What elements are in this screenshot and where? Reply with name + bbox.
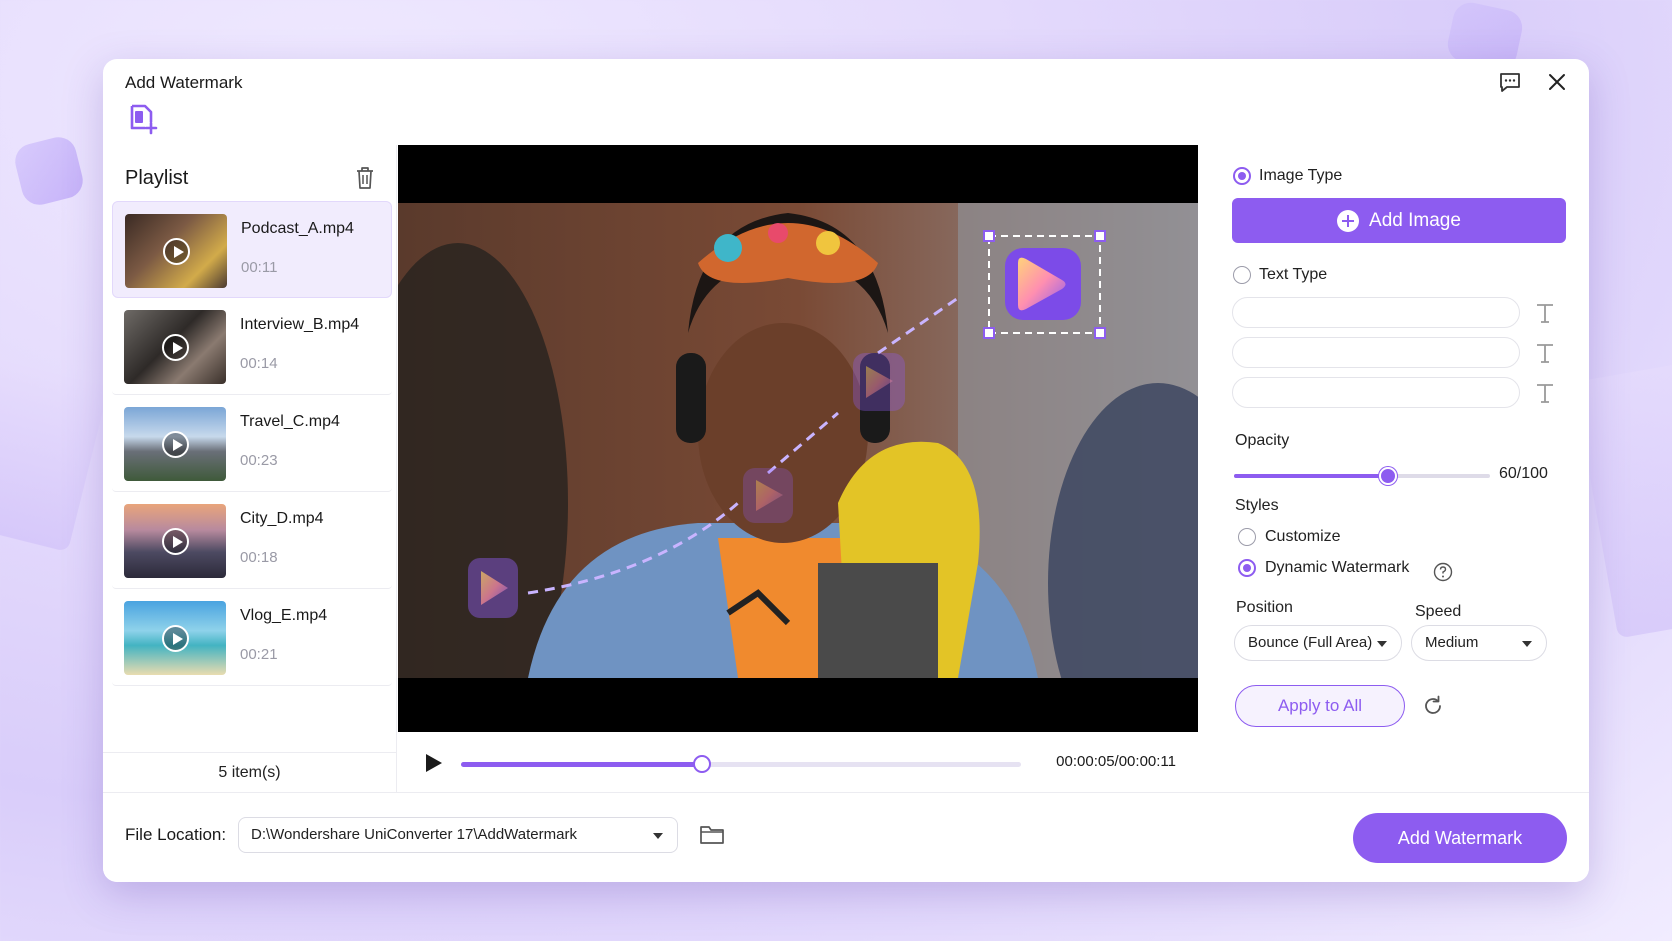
file-location-label: File Location: (125, 825, 227, 844)
speed-label: Speed (1415, 603, 1462, 620)
opacity-fill (1234, 474, 1388, 478)
bottom-bar: File Location: D:\Wondershare UniConvert… (103, 792, 1589, 882)
trash-icon[interactable] (353, 165, 377, 191)
apply-to-all-button[interactable]: Apply to All (1235, 685, 1405, 727)
add-file-icon[interactable] (129, 103, 159, 135)
list-item[interactable]: Travel_C.mp4 00:23 (112, 395, 392, 492)
playlist-title: Playlist (125, 167, 189, 189)
speed-select[interactable]: Medium (1411, 625, 1547, 661)
video-name: Vlog_E.mp4 (240, 607, 328, 624)
video-thumbnail (125, 214, 227, 288)
video-duration: 00:21 (240, 646, 278, 663)
feedback-icon[interactable] (1497, 69, 1523, 95)
video-thumbnail (124, 310, 226, 384)
close-icon[interactable] (1544, 69, 1570, 95)
playback-time: 00:00:05/00:00:11 (1056, 753, 1176, 770)
playlist-panel: Playlist Podcast_A.mp4 00:11 Interview_B… (103, 145, 397, 792)
position-select[interactable]: Bounce (Full Area) (1234, 625, 1402, 661)
progress-handle[interactable] (692, 755, 711, 773)
text-type-label: Text Type (1259, 266, 1328, 283)
watermark-ghost-3 (853, 353, 905, 411)
video-thumbnail (124, 601, 226, 675)
add-image-label: Add Image (1369, 209, 1461, 231)
video-name: City_D.mp4 (240, 510, 324, 527)
plus-circle-icon (1337, 209, 1360, 232)
playlist-count: 5 item(s) (103, 752, 396, 792)
list-item[interactable]: Vlog_E.mp4 00:21 (112, 589, 392, 686)
video-name: Podcast_A.mp4 (241, 220, 354, 237)
play-icon[interactable] (422, 752, 444, 774)
file-location-select[interactable]: D:\Wondershare UniConverter 17\AddWaterm… (238, 817, 678, 853)
play-icon[interactable] (163, 238, 190, 265)
progress-fill (461, 762, 702, 767)
text-type-radio[interactable] (1233, 266, 1251, 284)
text-style-icon[interactable] (1535, 302, 1555, 324)
play-icon[interactable] (162, 625, 189, 652)
image-type-label: Image Type (1259, 167, 1343, 184)
add-watermark-dialog: Add Watermark Playlist Podcast_A.mp4 00:… (103, 59, 1589, 882)
playlist-list: Podcast_A.mp4 00:11 Interview_B.mp4 00:1… (112, 201, 392, 686)
opacity-value: 60/100 (1499, 465, 1548, 482)
video-duration: 00:11 (241, 259, 278, 276)
background-film-strip (0, 358, 109, 552)
watermark-text-input[interactable] (1232, 377, 1520, 408)
video-preview[interactable] (398, 145, 1198, 732)
background-video-tile (11, 133, 87, 209)
title-bar: Add Watermark (103, 59, 1589, 145)
video-duration: 00:23 (240, 452, 278, 469)
folder-icon[interactable] (699, 823, 725, 845)
file-location-value: D:\Wondershare UniConverter 17\AddWaterm… (251, 826, 577, 843)
help-icon[interactable] (1433, 562, 1453, 582)
styles-label: Styles (1235, 497, 1279, 514)
player-controls: 00:00:05/00:00:11 (398, 732, 1198, 792)
list-item[interactable]: City_D.mp4 00:18 (112, 492, 392, 589)
watermark-text-input[interactable] (1232, 337, 1520, 368)
video-thumbnail (124, 407, 226, 481)
watermark-text-input[interactable] (1232, 297, 1520, 328)
watermark-ghost-2 (743, 468, 793, 523)
play-icon[interactable] (162, 334, 189, 361)
dialog-title: Add Watermark (125, 73, 243, 92)
video-name: Travel_C.mp4 (240, 413, 340, 430)
opacity-label: Opacity (1235, 432, 1290, 449)
play-icon[interactable] (162, 431, 189, 458)
dynamic-watermark-label: Dynamic Watermark (1265, 559, 1410, 576)
video-name: Interview_B.mp4 (240, 316, 360, 333)
list-item[interactable]: Interview_B.mp4 00:14 (112, 298, 392, 395)
position-label: Position (1236, 599, 1293, 616)
speed-value: Medium (1425, 634, 1479, 651)
progress-track[interactable] (461, 755, 1021, 773)
chevron-down-icon (1522, 641, 1532, 647)
video-duration: 00:18 (240, 549, 278, 566)
image-type-radio[interactable] (1233, 167, 1251, 185)
add-watermark-button[interactable]: Add Watermark (1353, 813, 1567, 863)
video-frame-image (398, 203, 1198, 678)
watermark-settings: Image Type Add Image Text Type Opacity 6… (1199, 145, 1589, 792)
watermark-ghost-1 (468, 558, 518, 618)
chevron-down-icon (653, 833, 663, 839)
reset-icon[interactable] (1421, 694, 1445, 718)
play-icon[interactable] (162, 528, 189, 555)
video-thumbnail (124, 504, 226, 578)
customize-radio[interactable] (1238, 528, 1256, 546)
position-value: Bounce (Full Area) (1248, 634, 1373, 651)
chevron-down-icon (1377, 641, 1387, 647)
list-item[interactable]: Podcast_A.mp4 00:11 (112, 201, 392, 298)
add-image-button[interactable]: Add Image (1232, 198, 1566, 243)
dynamic-watermark-radio[interactable] (1238, 559, 1256, 577)
video-duration: 00:14 (240, 355, 278, 372)
video-frame (398, 203, 1198, 678)
text-style-icon[interactable] (1535, 382, 1555, 404)
customize-label: Customize (1265, 528, 1341, 545)
opacity-slider[interactable] (1234, 467, 1490, 485)
text-style-icon[interactable] (1535, 342, 1555, 364)
opacity-handle[interactable] (1378, 467, 1397, 485)
